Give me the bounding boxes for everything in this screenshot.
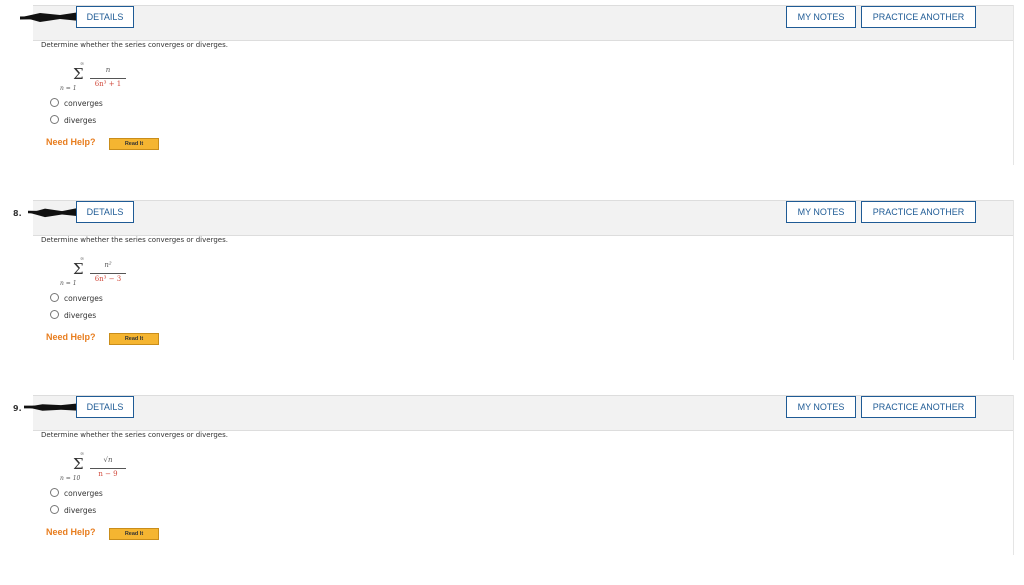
details-button[interactable]: DETAILS — [76, 396, 134, 418]
right-divider — [1013, 5, 1014, 165]
question-number: 9. — [13, 404, 22, 413]
question-block: DETAILS MY NOTES PRACTICE ANOTHER Determ… — [0, 0, 1024, 195]
right-divider — [1013, 395, 1014, 555]
practice-another-button[interactable]: PRACTICE ANOTHER — [861, 201, 976, 223]
radio-icon[interactable] — [50, 488, 59, 497]
series-numerator: n — [105, 66, 111, 74]
read-it-button[interactable]: Read It — [109, 138, 159, 150]
read-it-button[interactable]: Read It — [109, 528, 159, 540]
question-prompt: Determine whether the series converges o… — [41, 236, 228, 244]
option-label: converges — [64, 489, 103, 498]
series-denominator: 6n³ + 1 — [90, 78, 126, 88]
option-label: diverges — [64, 506, 97, 515]
series-numerator: n² — [104, 261, 112, 269]
my-notes-button[interactable]: MY NOTES — [786, 6, 856, 28]
practice-another-button[interactable]: PRACTICE ANOTHER — [861, 6, 976, 28]
radio-icon[interactable] — [50, 293, 59, 302]
option-label: converges — [64, 294, 103, 303]
option-diverges[interactable]: diverges — [50, 505, 96, 515]
radio-icon[interactable] — [50, 505, 59, 514]
sigma-icon: Σ — [73, 260, 84, 278]
series-formula: ∞ Σ n = 1 n² 6n³ − 3 — [60, 255, 160, 287]
series-lower-limit: n = 1 — [60, 85, 77, 92]
option-diverges[interactable]: diverges — [50, 115, 96, 125]
read-it-button[interactable]: Read It — [109, 333, 159, 345]
question-block: 9. DETAILS MY NOTES PRACTICE ANOTHER Det… — [0, 390, 1024, 585]
my-notes-button[interactable]: MY NOTES — [786, 396, 856, 418]
option-label: diverges — [64, 116, 97, 125]
question-block: 8. DETAILS MY NOTES PRACTICE ANOTHER Det… — [0, 195, 1024, 390]
radio-icon[interactable] — [50, 98, 59, 107]
series-denominator: 6n³ − 3 — [90, 273, 126, 283]
question-prompt: Determine whether the series converges o… — [41, 431, 228, 439]
question-prompt: Determine whether the series converges o… — [41, 41, 228, 49]
series-formula: ∞ Σ n = 1 n 6n³ + 1 — [60, 60, 160, 92]
series-denominator: n − 9 — [90, 468, 126, 478]
series-numerator: √n — [103, 456, 113, 464]
series-formula: ∞ Σ n = 10 √n n − 9 — [60, 450, 160, 482]
details-button[interactable]: DETAILS — [76, 201, 134, 223]
details-button[interactable]: DETAILS — [76, 6, 134, 28]
option-converges[interactable]: converges — [50, 488, 103, 498]
need-help-label: Need Help? — [46, 137, 96, 147]
radio-icon[interactable] — [50, 310, 59, 319]
series-lower-limit: n = 10 — [60, 475, 81, 482]
sigma-icon: Σ — [73, 455, 84, 473]
option-converges[interactable]: converges — [50, 293, 103, 303]
right-divider — [1013, 200, 1014, 360]
question-number: 8. — [13, 209, 22, 218]
sigma-icon: Σ — [73, 65, 84, 83]
need-help-label: Need Help? — [46, 527, 96, 537]
option-diverges[interactable]: diverges — [50, 310, 96, 320]
practice-another-button[interactable]: PRACTICE ANOTHER — [861, 396, 976, 418]
need-help-label: Need Help? — [46, 332, 96, 342]
option-label: diverges — [64, 311, 97, 320]
option-label: converges — [64, 99, 103, 108]
my-notes-button[interactable]: MY NOTES — [786, 201, 856, 223]
option-converges[interactable]: converges — [50, 98, 103, 108]
radio-icon[interactable] — [50, 115, 59, 124]
series-lower-limit: n = 1 — [60, 280, 77, 287]
